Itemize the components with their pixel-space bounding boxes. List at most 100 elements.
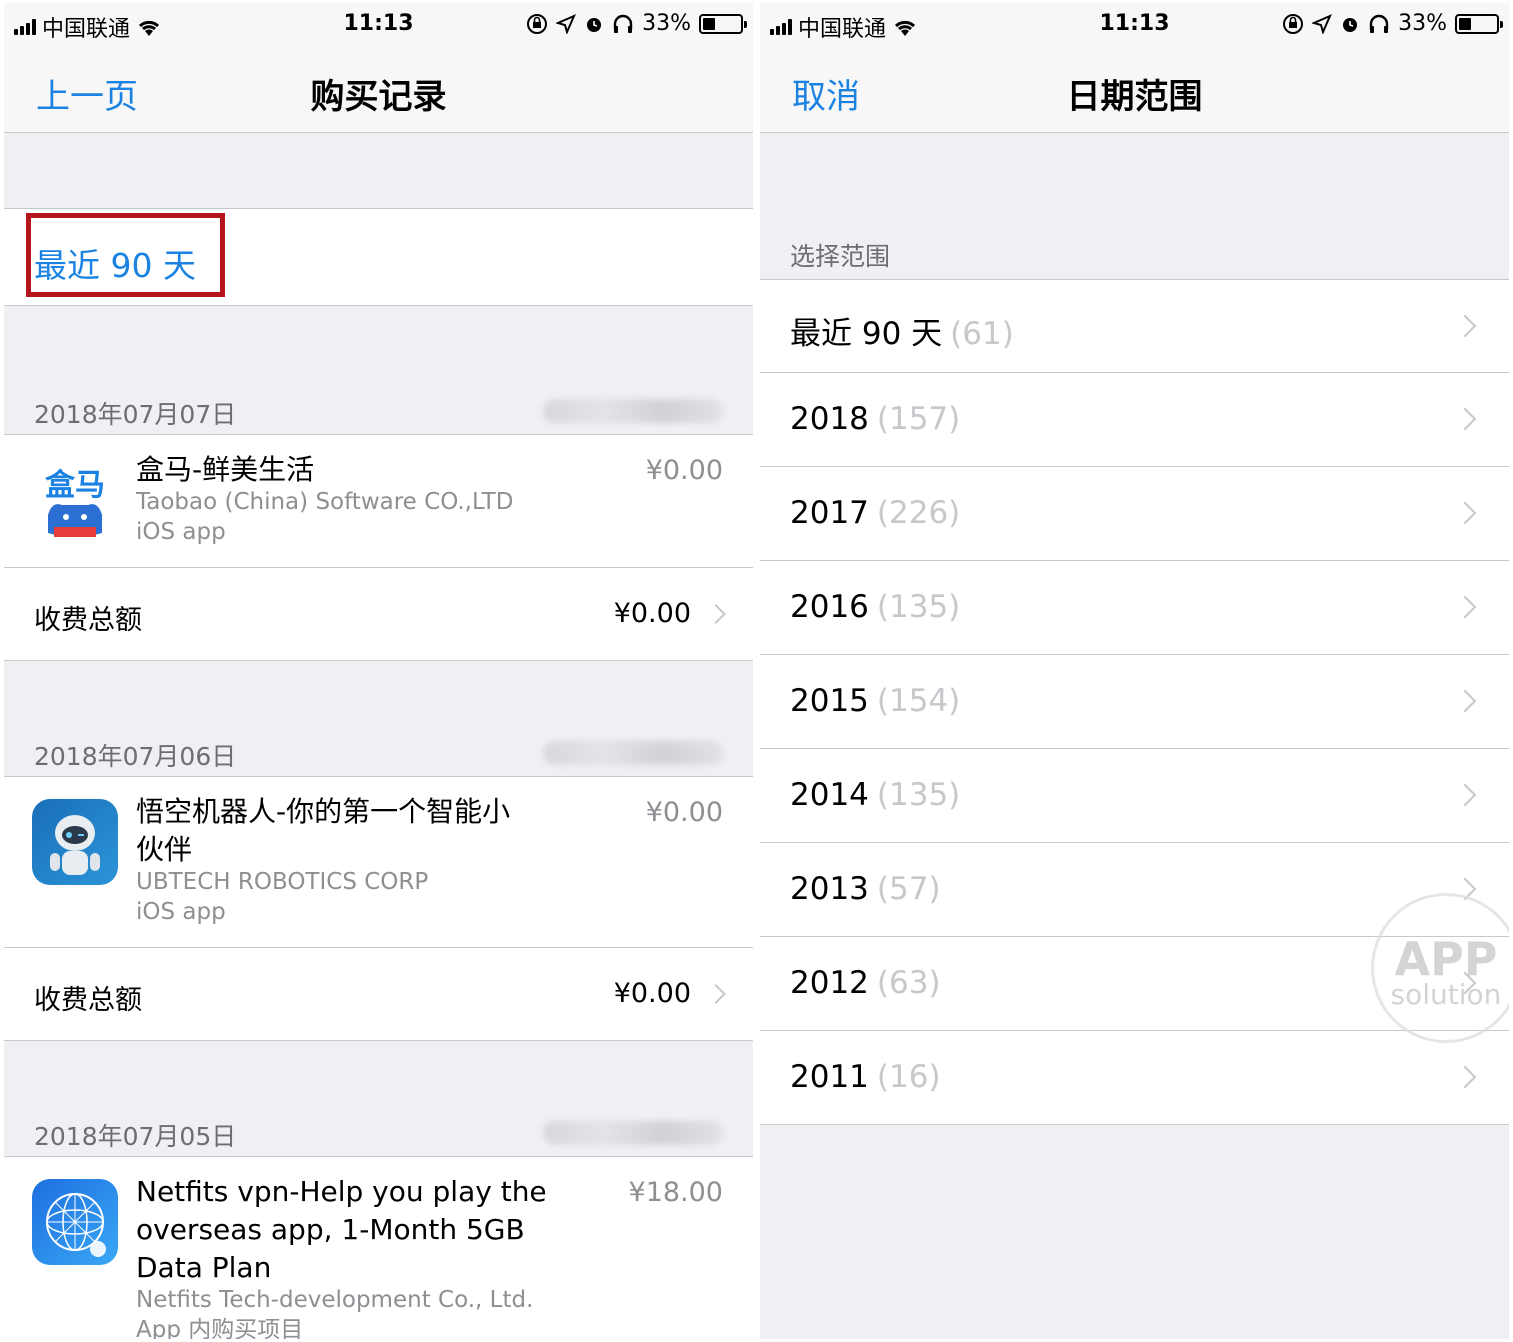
battery-level <box>703 17 715 30</box>
developer-name: Taobao (China) Software CO.,LTD <box>136 489 514 515</box>
section-date: 2018年07月05日 <box>34 1122 237 1151</box>
range-name: 2011 <box>790 1059 869 1095</box>
watermark-subtext: solution <box>1390 978 1502 1011</box>
range-count: (61) <box>950 316 1014 352</box>
developer-name: Netfits Tech-development Co., Ltd. <box>136 1287 534 1313</box>
battery-icon <box>699 13 747 34</box>
app-name: 悟空机器人-你的第一个智能小伙伴 <box>136 795 511 866</box>
battery-icon <box>1455 13 1503 34</box>
battery-percent: 33% <box>1398 11 1447 36</box>
range-name: 2014 <box>790 777 869 813</box>
chevron-right-icon <box>706 984 726 1004</box>
date-range-row[interactable]: 2017 (226) <box>760 467 1509 561</box>
range-count: (63) <box>876 965 941 1001</box>
headphones-icon <box>613 14 633 33</box>
date-range-row[interactable]: 2018 (157) <box>760 373 1509 467</box>
total-label: 收费总额 <box>34 985 142 1016</box>
hema-app-icon: 盒马 <box>32 457 118 543</box>
date-range-row[interactable]: 2014 (135) <box>760 749 1509 843</box>
total-value: ¥0.00 <box>613 978 691 1009</box>
section-date: 2018年07月07日 <box>34 400 237 429</box>
date-range-label: 2011 (16) <box>790 1059 941 1095</box>
purchase-item[interactable]: 盒马 盒马-鲜美生活 Taobao (China) Software CO.,L… <box>4 434 753 568</box>
purchase-item[interactable]: 悟空机器人-你的第一个智能小伙伴 UBTECH ROBOTICS CORP iO… <box>4 776 753 948</box>
range-count: (226) <box>876 495 961 531</box>
alarm-icon <box>1343 17 1358 32</box>
orientation-lock-icon <box>527 13 548 34</box>
range-name: 2016 <box>790 589 869 625</box>
status-right-group: 33% <box>1282 11 1503 36</box>
total-row[interactable]: 收费总额 ¥0.00 <box>4 568 753 661</box>
date-range-label: 2015 (154) <box>790 683 960 719</box>
range-name: 2018 <box>790 401 869 437</box>
chevron-right-icon <box>1453 595 1477 619</box>
total-label: 收费总额 <box>34 605 142 636</box>
svg-text:盒马: 盒马 <box>45 468 105 503</box>
status-bar: 中国联通 11:13 33% <box>760 3 1509 47</box>
chevron-right-icon <box>1453 407 1477 431</box>
date-range-row[interactable]: 最近 90 天 (61) <box>760 279 1509 373</box>
watermark-logo: APP solution <box>1371 893 1509 1043</box>
item-type: iOS app <box>136 899 226 925</box>
item-price: ¥0.00 <box>645 797 723 828</box>
range-name: 2012 <box>790 965 869 1001</box>
status-bar: 中国联通 11:13 33% <box>4 3 753 47</box>
range-name: 2013 <box>790 871 869 907</box>
chevron-right-icon <box>1453 501 1477 525</box>
date-range-label: 2013 (57) <box>790 871 941 907</box>
redacted-order-id <box>543 1121 723 1145</box>
location-arrow-icon <box>556 13 577 34</box>
range-name: 2017 <box>790 495 869 531</box>
range-count: (157) <box>876 401 961 437</box>
app-name: 盒马-鲜美生活 <box>136 453 315 486</box>
total-value: ¥0.00 <box>613 598 691 629</box>
globe-app-icon <box>32 1179 118 1265</box>
date-range-label: 2017 (226) <box>790 495 960 531</box>
developer-name: UBTECH ROBOTICS CORP <box>136 869 429 895</box>
date-range-label: 2018 (157) <box>790 401 960 437</box>
navigation-bar: 取消 日期范围 <box>760 47 1509 133</box>
date-range-label: 最近 90 天 (61) <box>790 308 1014 353</box>
highlight-annotation-box <box>26 213 225 297</box>
alarm-icon <box>587 17 602 32</box>
range-count: (16) <box>876 1059 941 1095</box>
date-range-row[interactable]: 2016 (135) <box>760 561 1509 655</box>
app-name: Netfits vpn-Help you play the overseas a… <box>136 1175 547 1284</box>
status-right-group: 33% <box>526 11 747 36</box>
date-range-row[interactable]: 2011 (16) <box>760 1031 1509 1125</box>
location-arrow-icon <box>1312 13 1333 34</box>
range-count: (154) <box>876 683 961 719</box>
redacted-order-id <box>543 399 723 423</box>
chevron-right-icon <box>1453 314 1477 338</box>
total-row[interactable]: 收费总额 ¥0.00 <box>4 948 753 1041</box>
navigation-bar: 上一页 购买记录 <box>4 47 753 133</box>
robot-app-icon <box>32 799 118 885</box>
date-range-screen: 中国联通 11:13 33% 取消 日期范围 选择范围 最近 90 天 (61) 2… <box>760 3 1509 1339</box>
battery-level <box>1459 17 1471 30</box>
date-range-row[interactable]: 2015 (154) <box>760 655 1509 749</box>
page-title: 日期范围 <box>1066 77 1203 117</box>
purchase-history-screen: 中国联通 11:13 33% 上一页 购买记录 最近 90 天 2018年07月… <box>4 3 753 1339</box>
purchase-item[interactable]: Netfits vpn-Help you play the overseas a… <box>4 1156 753 1339</box>
range-name: 最近 90 天 <box>790 316 943 352</box>
chevron-right-icon <box>1453 689 1477 713</box>
section-date: 2018年07月06日 <box>34 742 237 771</box>
date-range-label: 2014 (135) <box>790 777 960 813</box>
range-count: (135) <box>876 589 961 625</box>
item-type: iOS app <box>136 519 226 545</box>
range-count: (135) <box>876 777 961 813</box>
item-price: ¥0.00 <box>645 455 723 486</box>
item-price: ¥18.00 <box>628 1177 723 1208</box>
item-type: App 内购买项目 <box>136 1317 304 1339</box>
redacted-order-id <box>543 741 723 765</box>
page-title: 购买记录 <box>310 77 447 117</box>
section-header: 选择范围 <box>790 242 891 271</box>
range-name: 2015 <box>790 683 869 719</box>
date-range-label: 2012 (63) <box>790 965 941 1001</box>
orientation-lock-icon <box>1283 13 1304 34</box>
chevron-right-icon <box>706 604 726 624</box>
range-count: (57) <box>876 871 941 907</box>
battery-percent: 33% <box>642 11 691 36</box>
chevron-right-icon <box>1453 1065 1477 1089</box>
chevron-right-icon <box>1453 783 1477 807</box>
